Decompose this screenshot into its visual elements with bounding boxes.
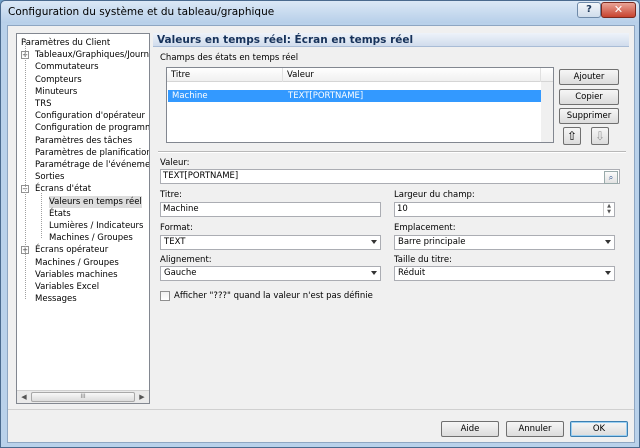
row-title: Machine <box>172 91 208 101</box>
show-undefined-checkbox[interactable] <box>160 291 170 301</box>
alignment-value: Gauche <box>164 268 197 278</box>
width-label: Largeur du champ: <box>394 190 475 200</box>
arrow-down-icon: ⇩ <box>594 129 606 143</box>
tree-item[interactable]: Compteurs <box>35 74 82 86</box>
tree-item[interactable]: Messages <box>35 293 77 305</box>
list-item[interactable]: Machine TEXT[PORTNAME] <box>168 90 542 102</box>
location-select[interactable]: Barre principale <box>394 235 615 250</box>
title-text: Machine <box>163 204 199 214</box>
tree-item[interactable]: Minuteurs <box>35 86 77 98</box>
title-size-select[interactable]: Réduit <box>394 266 615 281</box>
location-label: Emplacement: <box>394 223 456 233</box>
alignment-label: Alignement: <box>160 255 212 265</box>
alignment-select[interactable]: Gauche <box>160 266 381 281</box>
chevron-down-icon <box>371 271 377 275</box>
tree-item[interactable]: Valeurs en temps réel <box>49 195 142 208</box>
close-button[interactable]: ✕ <box>601 2 636 18</box>
panel-header: Valeurs en temps réel: Écran en temps ré… <box>153 33 629 47</box>
help-button[interactable]: Aide <box>441 421 499 437</box>
panel-title: Valeurs en temps réel: Écran en temps ré… <box>157 34 414 46</box>
tree-guide-line <box>25 40 26 300</box>
add-button[interactable]: Ajouter <box>559 69 619 85</box>
list-header: Titre Valeur <box>167 68 553 82</box>
format-value: TEXT <box>164 237 186 247</box>
value-label: Valeur: <box>160 158 190 168</box>
tree-item[interactable]: États <box>49 208 71 220</box>
delete-button[interactable]: Supprimer <box>559 108 619 124</box>
scroll-right-icon[interactable]: ▶ <box>136 392 148 403</box>
chevron-down-icon <box>371 240 377 244</box>
value-text: TEXT[PORTNAME] <box>163 171 239 181</box>
browse-icon[interactable]: ⌕ <box>604 171 618 184</box>
show-undefined-label[interactable]: Afficher "???" quand la valeur n'est pas… <box>174 291 373 301</box>
window-title: Configuration du système et du tableau/g… <box>8 6 275 18</box>
ok-button[interactable]: OK <box>570 421 628 437</box>
scroll-thumb[interactable]: III <box>31 392 135 402</box>
move-down-button[interactable]: ⇩ <box>591 127 609 145</box>
tree-item[interactable]: Écrans opérateur <box>35 244 108 256</box>
tree-horizontal-scrollbar[interactable]: ◀ III ▶ <box>17 390 149 403</box>
help-title-button[interactable]: ? <box>577 2 601 18</box>
scroll-left-icon[interactable]: ◀ <box>18 392 30 403</box>
title-field[interactable]: Machine <box>160 202 381 217</box>
cancel-button[interactable]: Annuler <box>506 421 564 437</box>
tree-item[interactable]: Lumières / Indicateurs <box>49 220 143 232</box>
fields-list[interactable]: Titre Valeur Machine TEXT[PORTNAME] <box>166 67 554 143</box>
tree-item[interactable]: Variables Excel <box>35 281 99 293</box>
divider <box>158 151 626 153</box>
tree-item[interactable]: TRS <box>35 98 52 110</box>
tree-item[interactable]: Commutateurs <box>35 61 99 73</box>
tree-item[interactable]: Écrans d'état <box>35 183 91 195</box>
title-bar[interactable]: Configuration du système et du tableau/g… <box>1 1 639 23</box>
tree-item[interactable]: Tableaux/Graphiques/Journaux <box>35 49 149 61</box>
value-field[interactable]: TEXT[PORTNAME] ⌕ <box>160 169 620 184</box>
move-up-button[interactable]: ⇧ <box>563 127 581 145</box>
title-size-label: Taille du titre: <box>394 255 452 265</box>
tree-item[interactable]: Sorties <box>35 171 64 183</box>
dialog-body: Paramètres du Client Tableaux/Graphiques/… <box>7 25 635 443</box>
spin-down-icon[interactable]: ▼ <box>604 209 614 215</box>
tree-item[interactable]: Paramètres des tâches <box>35 135 132 147</box>
column-title[interactable]: Titre <box>167 68 283 82</box>
width-spinner[interactable]: ▲ ▼ <box>603 203 614 216</box>
tree-guide-line <box>41 193 42 239</box>
title-label: Titre: <box>160 190 183 200</box>
arrow-up-icon: ⇧ <box>566 129 578 143</box>
title-size-value: Réduit <box>398 268 426 278</box>
width-text: 10 <box>397 204 408 214</box>
format-select[interactable]: TEXT <box>160 235 381 250</box>
footer-divider <box>8 409 634 410</box>
tree-item[interactable]: Paramètres du Client <box>21 37 110 49</box>
navigation-tree[interactable]: Paramètres du Client Tableaux/Graphiques/… <box>16 33 150 404</box>
config-window: Configuration du système et du tableau/g… <box>0 0 640 448</box>
list-scrollbar[interactable] <box>541 82 553 142</box>
tree-item[interactable]: Machines / Groupes <box>35 257 119 269</box>
tree-item[interactable]: Paramètres de planification <box>35 147 149 159</box>
tree-item[interactable]: Variables machines <box>35 269 118 281</box>
chevron-down-icon <box>605 240 611 244</box>
column-value[interactable]: Valeur <box>283 68 541 82</box>
width-field[interactable]: 10 ▲ ▼ <box>394 202 615 217</box>
tree-item[interactable]: Machines / Groupes <box>49 232 133 244</box>
tree-item[interactable]: Configuration d'opérateur <box>35 110 145 122</box>
tree-item[interactable]: Configuration de programme <box>35 122 149 134</box>
chevron-down-icon <box>605 271 611 275</box>
fields-label: Champs des états en temps réel <box>160 53 299 63</box>
format-label: Format: <box>160 223 193 233</box>
row-value: TEXT[PORTNAME] <box>288 91 364 101</box>
tree-item[interactable]: Paramétrage de l'événement <box>35 159 149 171</box>
location-value: Barre principale <box>398 237 466 247</box>
copy-button[interactable]: Copier <box>559 89 619 105</box>
